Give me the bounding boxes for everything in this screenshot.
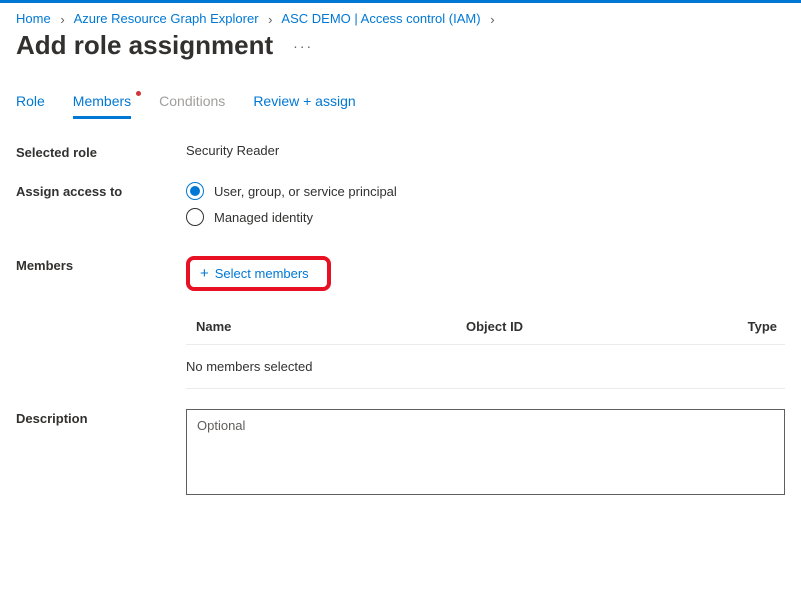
selected-role-label: Selected role xyxy=(16,143,186,160)
more-actions-button[interactable]: ··· xyxy=(289,34,317,58)
members-row: Members + Select members xyxy=(16,256,785,291)
chevron-right-icon: › xyxy=(490,12,494,27)
page-header: Add role assignment ··· xyxy=(0,30,801,85)
description-label: Description xyxy=(16,409,186,498)
selected-role-row: Selected role Security Reader xyxy=(16,143,785,160)
col-header-name[interactable]: Name xyxy=(186,319,466,334)
members-empty-state: No members selected xyxy=(186,345,785,389)
breadcrumb: Home › Azure Resource Graph Explorer › A… xyxy=(0,3,801,30)
assign-access-label: Assign access to xyxy=(16,182,186,199)
breadcrumb-home[interactable]: Home xyxy=(16,11,51,26)
tab-role[interactable]: Role xyxy=(16,85,45,119)
highlight-box: + Select members xyxy=(186,256,331,291)
attention-dot-icon xyxy=(136,91,141,96)
col-header-type[interactable]: Type xyxy=(686,319,785,334)
breadcrumb-iam[interactable]: ASC DEMO | Access control (IAM) xyxy=(281,11,480,26)
radio-user-group-sp[interactable]: User, group, or service principal xyxy=(186,182,785,200)
tab-bar: Role Members Conditions Review + assign xyxy=(0,85,801,119)
table-header: Name Object ID Type xyxy=(186,309,785,345)
radio-managed-identity[interactable]: Managed identity xyxy=(186,208,785,226)
assign-access-row: Assign access to User, group, or service… xyxy=(16,182,785,234)
tab-conditions[interactable]: Conditions xyxy=(159,85,225,119)
radio-managed-label: Managed identity xyxy=(214,210,313,225)
select-members-label: Select members xyxy=(215,266,309,281)
description-input[interactable] xyxy=(186,409,785,495)
description-row: Description xyxy=(16,409,785,498)
plus-icon: + xyxy=(200,266,209,281)
assign-access-options: User, group, or service principal Manage… xyxy=(186,182,785,234)
chevron-right-icon: › xyxy=(60,12,64,27)
tab-review-assign[interactable]: Review + assign xyxy=(253,85,355,119)
tab-members-label: Members xyxy=(73,93,131,109)
members-table: Name Object ID Type No members selected xyxy=(186,309,785,389)
chevron-right-icon: › xyxy=(268,12,272,27)
breadcrumb-arg-explorer[interactable]: Azure Resource Graph Explorer xyxy=(74,11,259,26)
content-area: Selected role Security Reader Assign acc… xyxy=(0,119,801,514)
selected-role-value: Security Reader xyxy=(186,143,785,160)
page-title: Add role assignment xyxy=(16,30,273,61)
radio-user-label: User, group, or service principal xyxy=(214,184,397,199)
radio-selected-icon xyxy=(186,182,204,200)
radio-unselected-icon xyxy=(186,208,204,226)
col-header-object-id[interactable]: Object ID xyxy=(466,319,686,334)
members-label: Members xyxy=(16,256,186,273)
select-members-button[interactable]: + Select members xyxy=(196,264,313,283)
tab-members[interactable]: Members xyxy=(73,85,131,119)
